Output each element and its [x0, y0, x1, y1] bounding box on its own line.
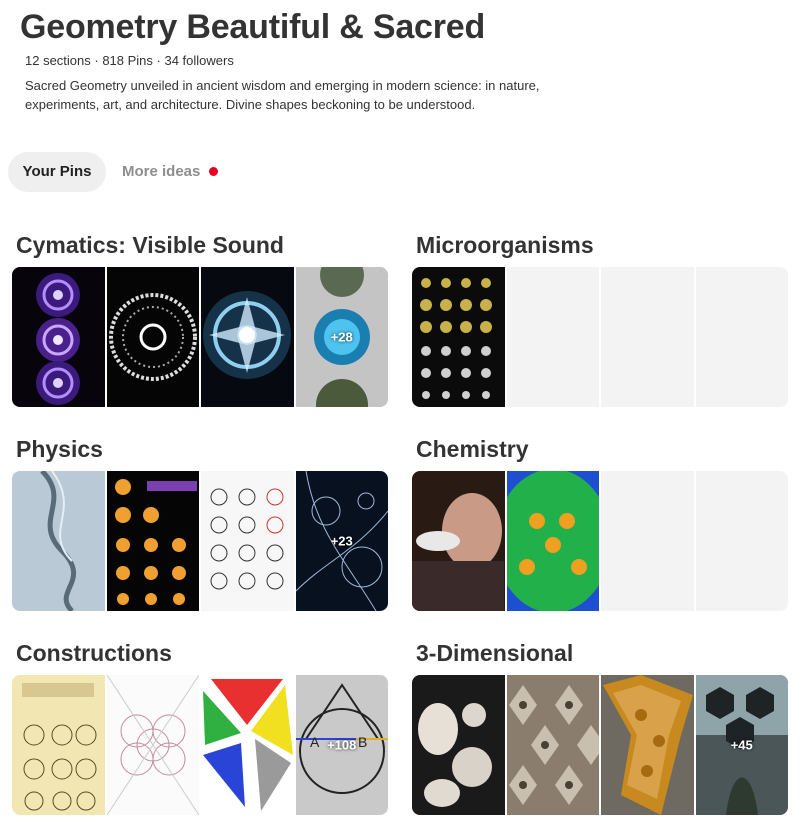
section-thumbnails	[412, 471, 788, 611]
section-thumbnails: +23	[12, 471, 388, 611]
section-title: Chemistry	[416, 436, 529, 462]
more-pins-count: +28	[330, 329, 353, 345]
pin-thumbnail	[412, 267, 505, 407]
section-thumbnails: +28	[12, 267, 388, 407]
pin-thumbnail	[12, 267, 105, 407]
board-meta: 12 sections · 818 Pins · 34 followers	[25, 53, 234, 68]
pin-thumbnail	[106, 471, 199, 611]
pin-thumbnail	[506, 675, 599, 815]
more-pins-count: +23	[330, 533, 353, 549]
tab-your-pins[interactable]: Your Pins	[8, 152, 106, 192]
more-pins-count: +108	[327, 737, 357, 753]
section-title: Constructions	[16, 640, 172, 666]
pin-thumbnail	[106, 267, 199, 407]
section-title: Microorganisms	[416, 232, 594, 258]
empty-thumbnail	[506, 267, 599, 407]
more-pins-count: +45	[730, 737, 753, 753]
pin-thumbnail: +45	[695, 675, 788, 815]
pin-thumbnail: +28	[295, 267, 388, 407]
empty-thumbnail	[601, 471, 694, 611]
empty-thumbnail	[695, 267, 788, 407]
pin-thumbnail	[201, 471, 294, 611]
board-description: Sacred Geometry unveiled in ancient wisd…	[25, 78, 540, 112]
pin-thumbnail	[201, 267, 294, 407]
pin-thumbnail	[12, 675, 105, 815]
section-title: 3-Dimensional	[416, 640, 574, 666]
empty-thumbnail	[695, 471, 788, 611]
pin-thumbnail	[106, 675, 199, 815]
section-thumbnails: +45	[412, 675, 788, 815]
pin-thumbnail	[506, 471, 599, 611]
section-thumbnails	[412, 267, 788, 407]
pin-thumbnail	[201, 675, 294, 815]
pin-thumbnail	[601, 675, 694, 815]
section-title: Physics	[16, 436, 103, 462]
empty-thumbnail	[601, 267, 694, 407]
section-thumbnails: A B +108	[12, 675, 388, 815]
pin-thumbnail	[12, 471, 105, 611]
pin-thumbnail	[412, 675, 505, 815]
section-title: Cymatics: Visible Sound	[16, 232, 284, 258]
pin-thumbnail: +23	[295, 471, 388, 611]
board-title: Geometry Beautiful & Sacred	[20, 8, 486, 46]
notification-dot	[209, 167, 218, 176]
pin-thumbnail	[412, 471, 505, 611]
tab-more-ideas[interactable]: More ideas	[122, 152, 200, 192]
pin-thumbnail: A B +108	[295, 675, 388, 815]
